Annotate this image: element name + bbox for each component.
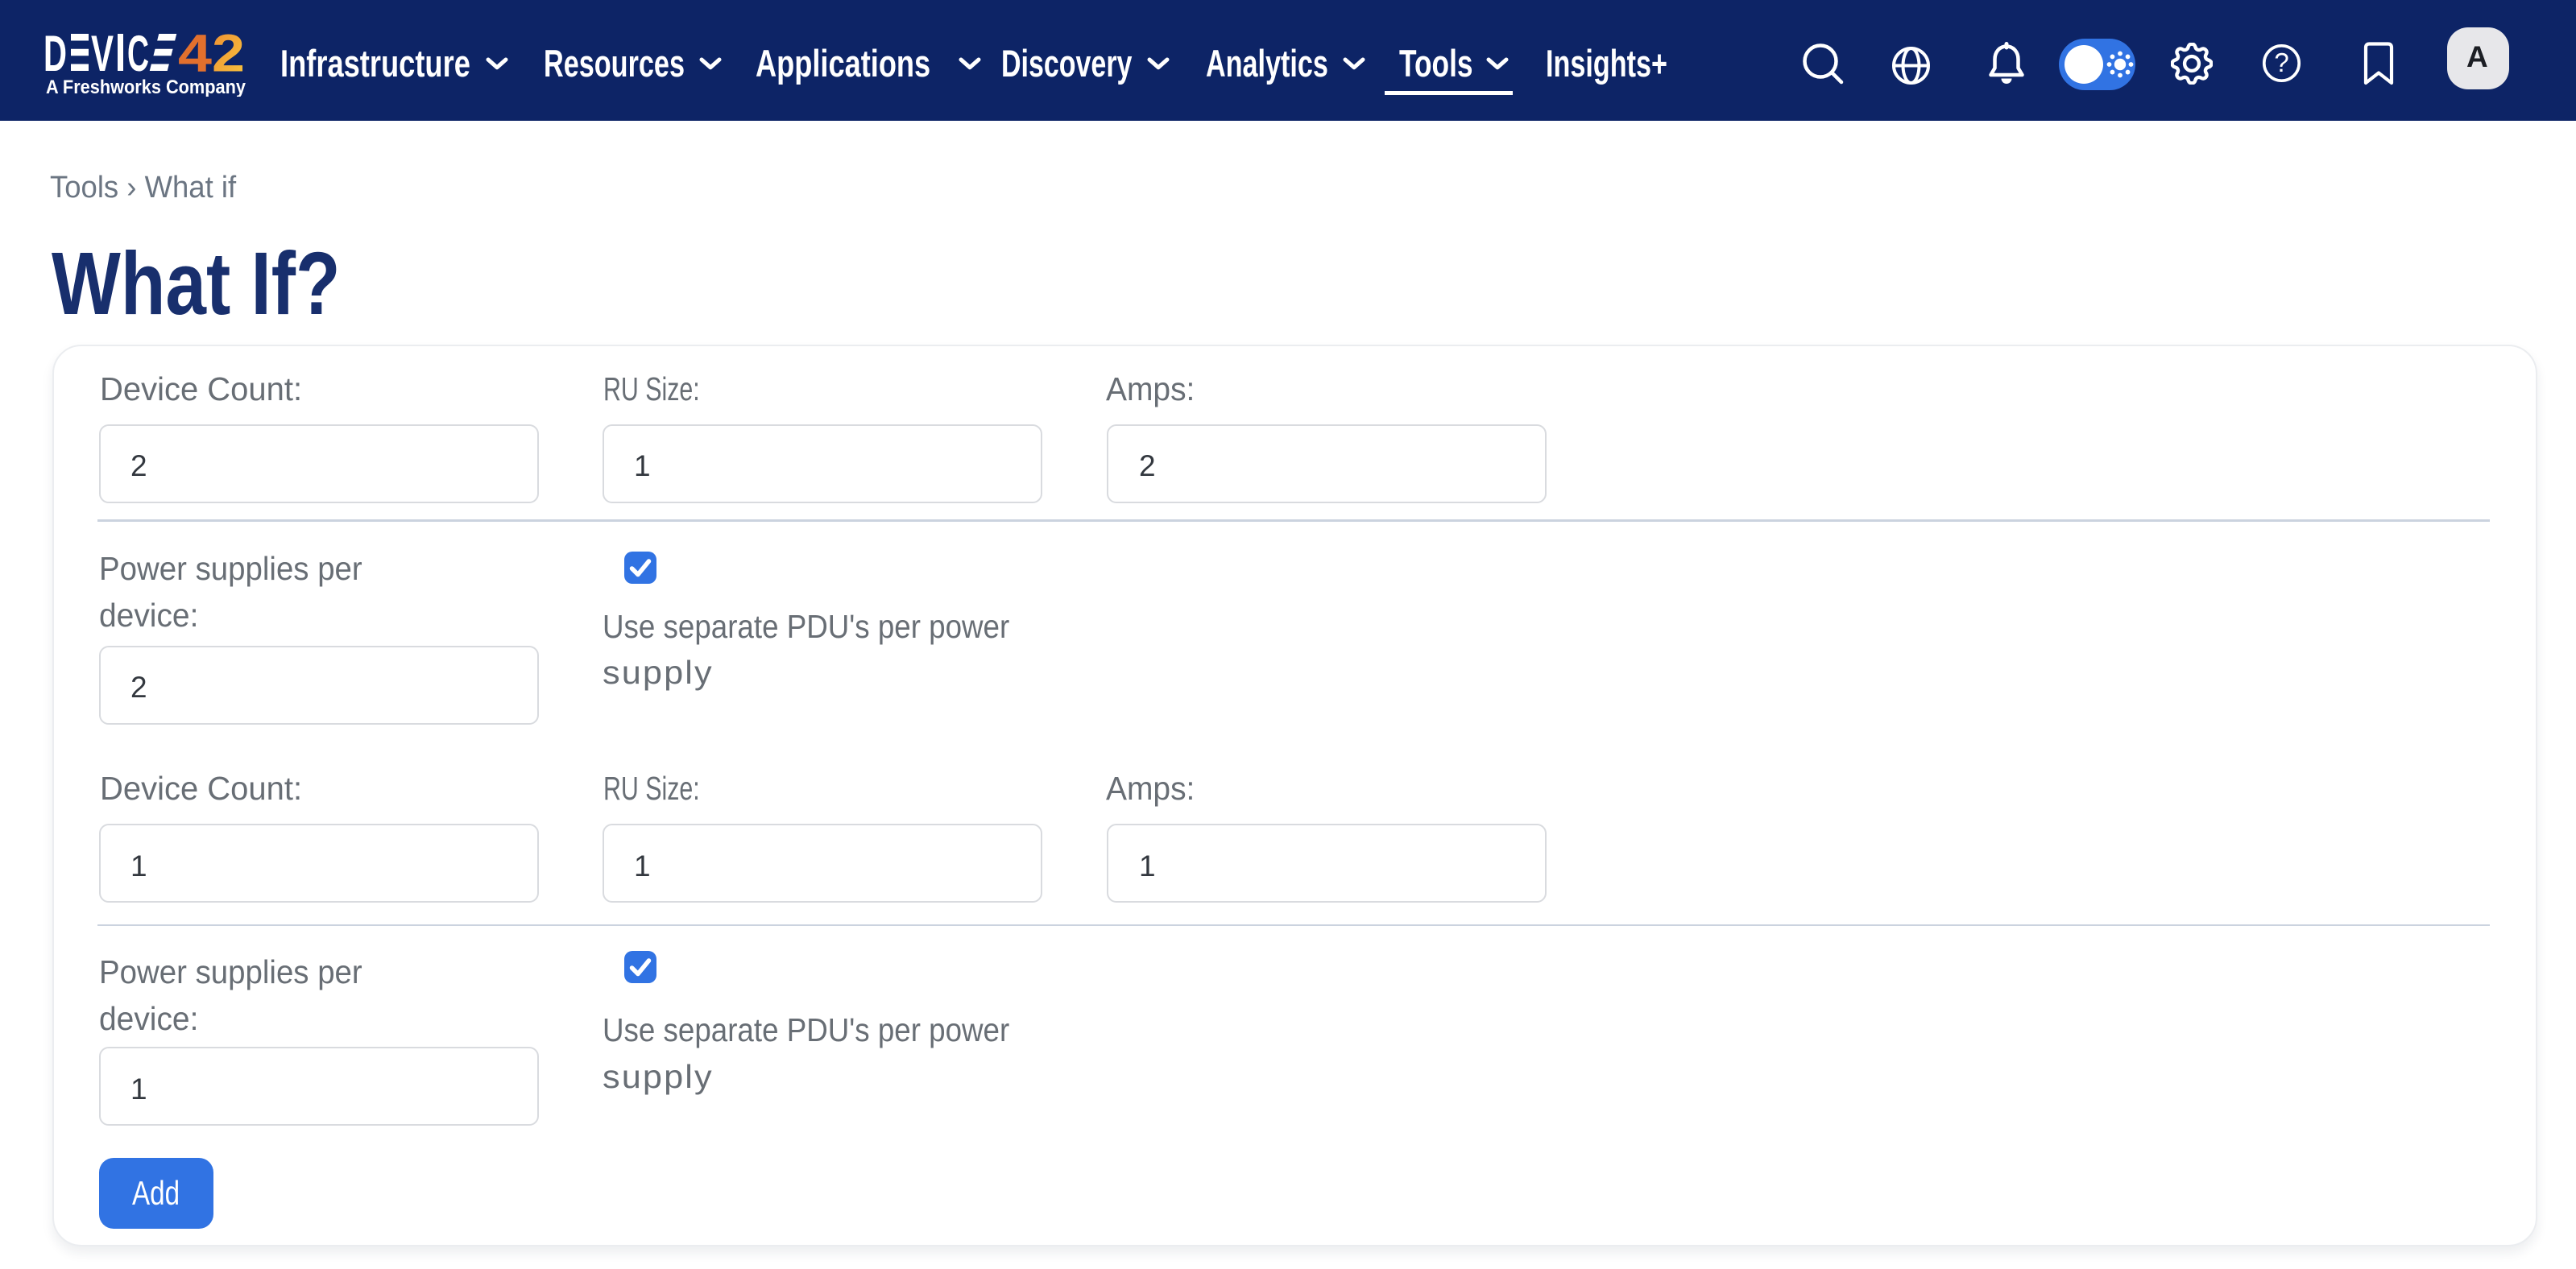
svg-text:C: C <box>127 29 149 82</box>
svg-text:?: ? <box>2274 48 2288 77</box>
svg-text:V: V <box>91 29 114 82</box>
svg-text:2: 2 <box>212 29 245 83</box>
svg-text:4: 4 <box>178 29 212 83</box>
svg-text:D: D <box>44 29 67 82</box>
svg-text:A Freshworks Company: A Freshworks Company <box>46 76 246 97</box>
